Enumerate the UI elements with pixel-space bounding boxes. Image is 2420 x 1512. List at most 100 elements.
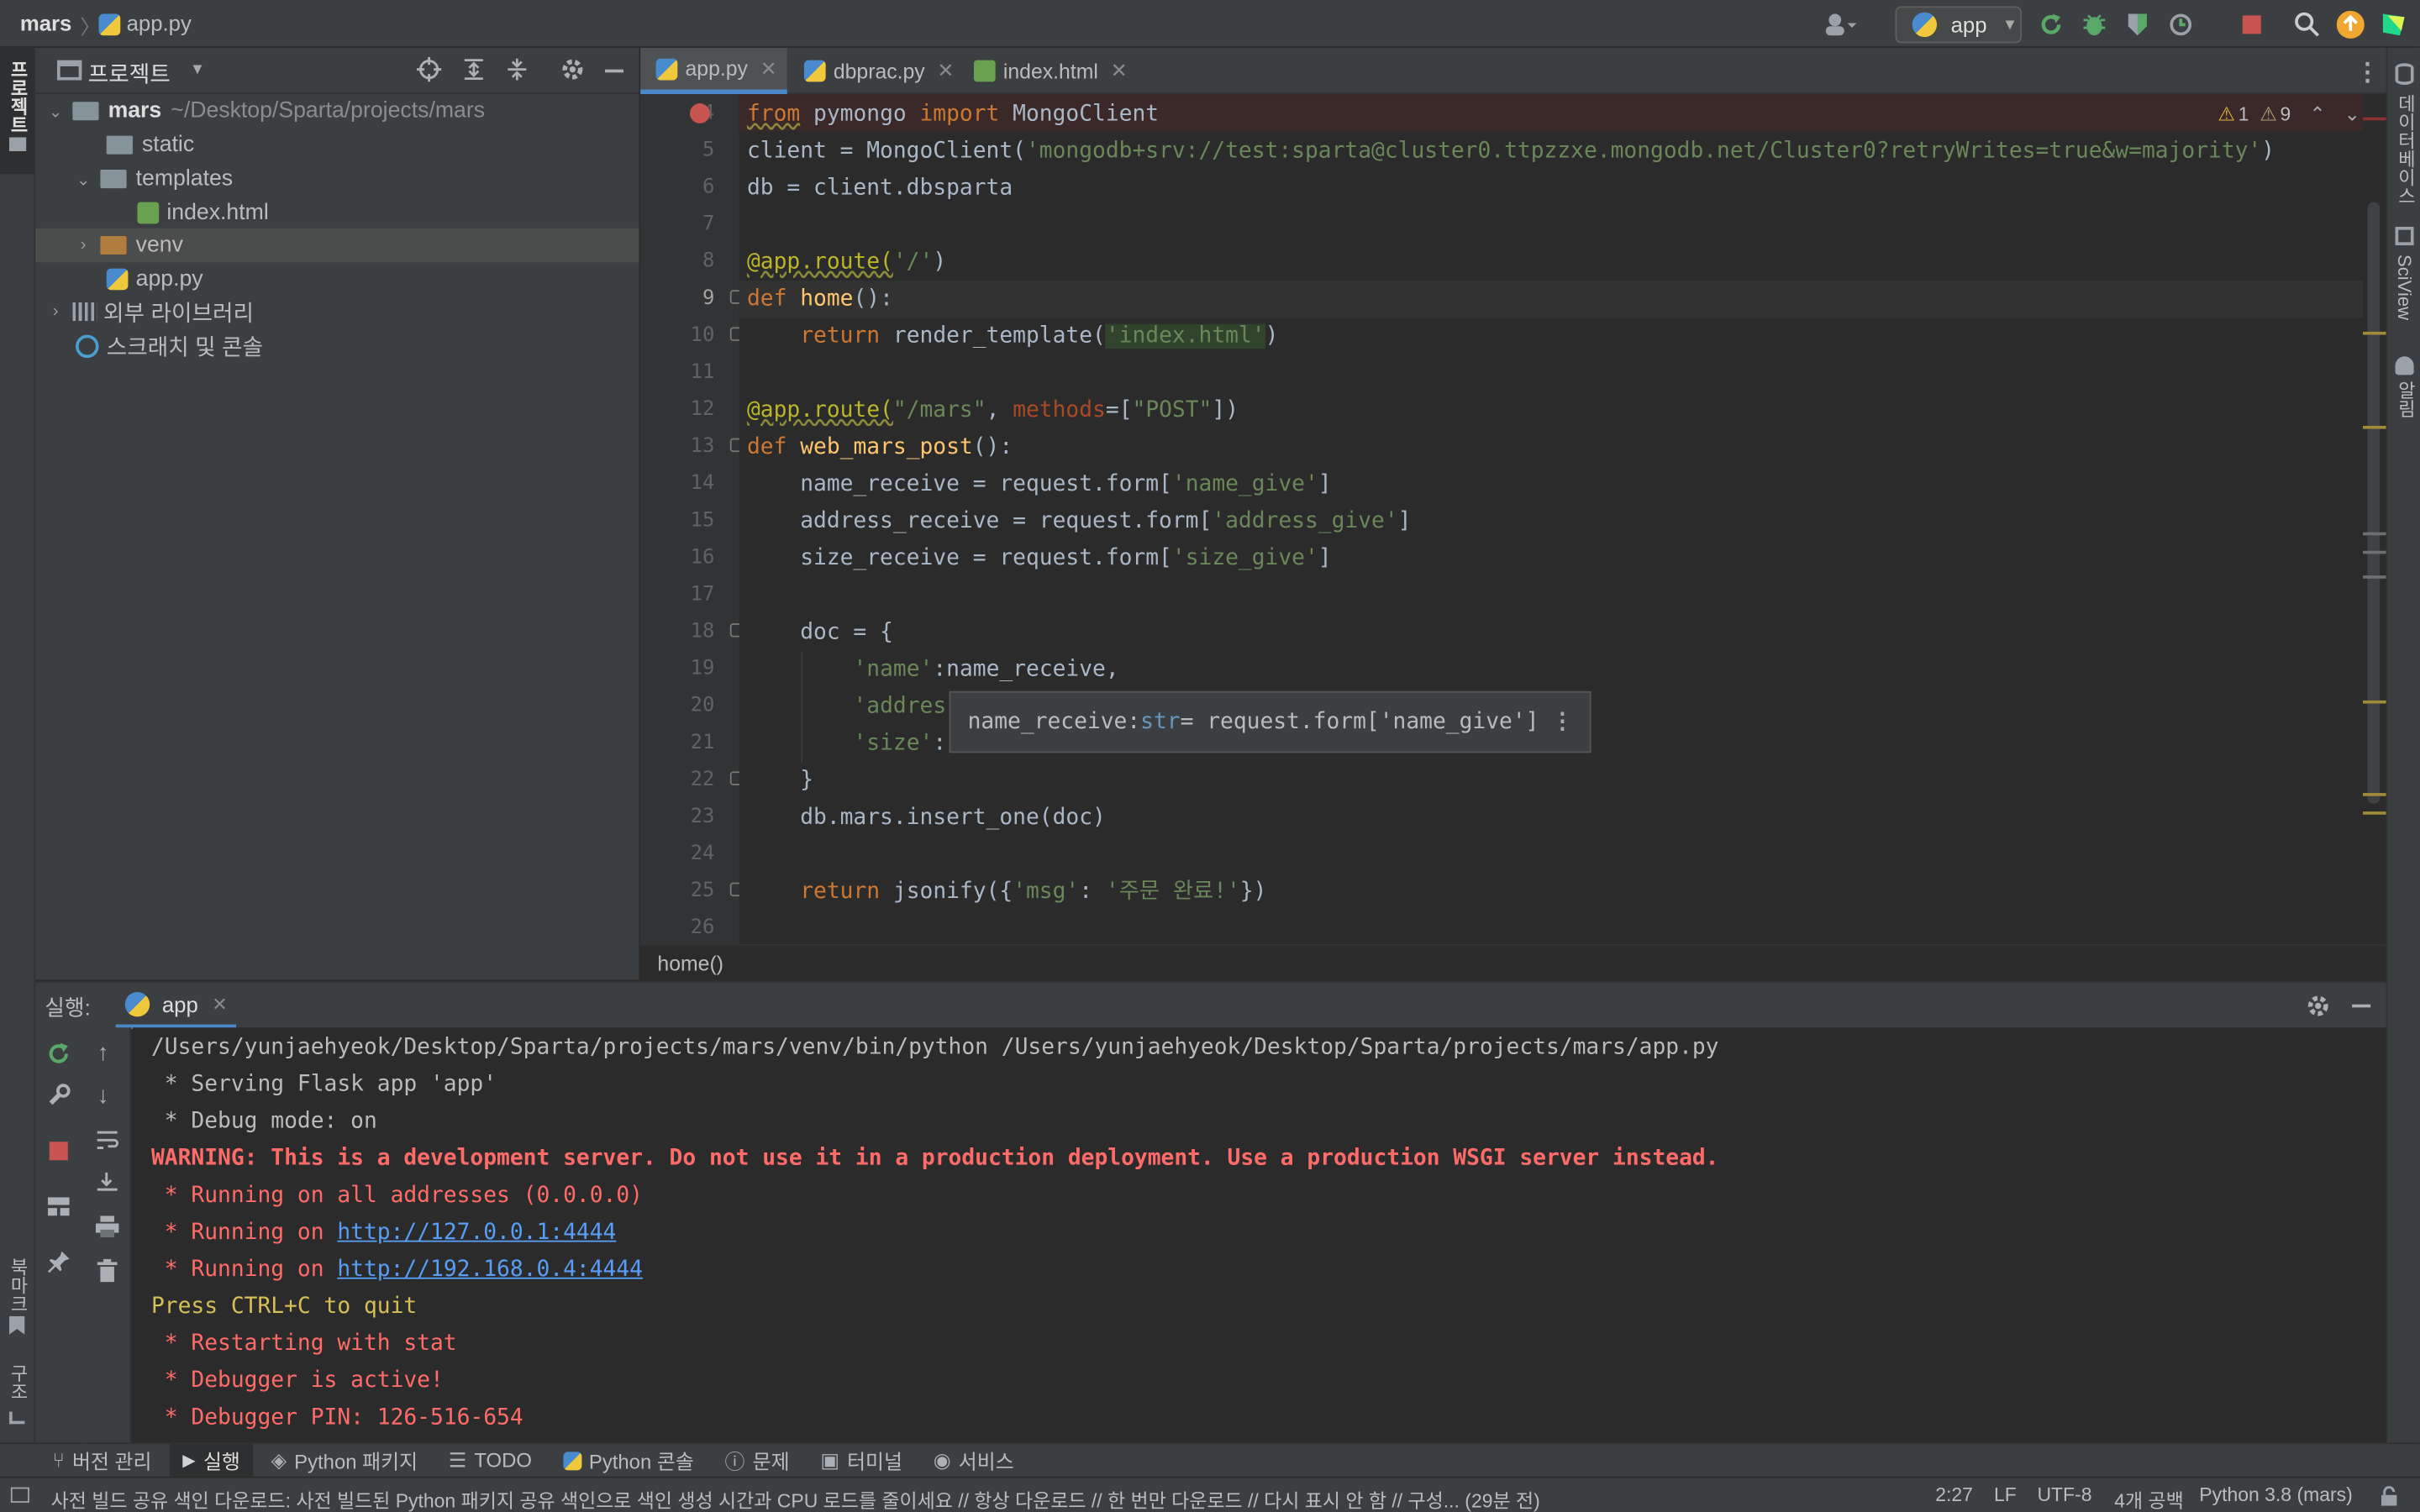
scroll-to-end-icon[interactable] bbox=[96, 1171, 119, 1200]
close-icon[interactable]: ✕ bbox=[212, 993, 227, 1015]
database-strip-label[interactable]: 데이터베이스 bbox=[2394, 94, 2420, 205]
tree-item-app-py[interactable]: app.py bbox=[35, 262, 639, 296]
tree-item-label: venv bbox=[135, 233, 183, 258]
inspection-widget[interactable]: ⚠ 1 ⚠ 9 ⌃ ⌄ bbox=[2217, 102, 2360, 125]
toolwindow-vcs[interactable]: ⑂ 버전 관리 bbox=[40, 1443, 164, 1477]
status-message[interactable]: 사전 빌드 공유 색인 다운로드: 사전 빌드된 Python 패키지 공유 색… bbox=[51, 1484, 1540, 1512]
code-line-16: size_receive = request.form['size_give'] bbox=[746, 546, 1332, 571]
profile-icon[interactable] bbox=[2167, 8, 2201, 41]
rerun-icon[interactable] bbox=[46, 1040, 72, 1074]
scroll-thumb[interactable] bbox=[2367, 202, 2381, 804]
python-file-icon bbox=[106, 268, 129, 291]
more-vertical-icon[interactable]: ⋮ bbox=[2355, 57, 2380, 88]
tree-item-index-html[interactable]: index.html bbox=[35, 196, 639, 229]
vcs-user-icon[interactable] bbox=[1824, 8, 1858, 41]
sciview-strip-label[interactable]: SciView bbox=[2394, 255, 2416, 320]
arrow-down-icon[interactable]: ↓ bbox=[97, 1083, 109, 1109]
toolwindow-todo[interactable]: ☰ TODO bbox=[436, 1443, 544, 1477]
nav-file[interactable]: app.py bbox=[127, 11, 192, 35]
search-icon[interactable] bbox=[2291, 8, 2324, 41]
tree-item-external-libraries[interactable]: › 외부 라이브러리 bbox=[35, 295, 639, 328]
close-icon[interactable]: ✕ bbox=[760, 56, 777, 81]
tooltip-type: str bbox=[1140, 709, 1181, 735]
close-icon[interactable]: ✕ bbox=[937, 59, 954, 83]
collapse-all-icon[interactable] bbox=[505, 57, 529, 90]
line-number: 25 bbox=[690, 879, 715, 903]
close-icon[interactable]: ✕ bbox=[1111, 59, 1128, 83]
editor-scrollbar[interactable] bbox=[2362, 94, 2386, 945]
chevron-down-icon[interactable]: ⌄ bbox=[2344, 102, 2360, 125]
update-icon[interactable] bbox=[2333, 8, 2367, 41]
toolwindow-problems[interactable]: ⓘ 문제 bbox=[713, 1443, 802, 1477]
minimize-icon[interactable] bbox=[604, 69, 624, 73]
ide-logo-icon[interactable] bbox=[2377, 8, 2411, 41]
wrench-icon[interactable] bbox=[46, 1083, 71, 1116]
pin-icon[interactable] bbox=[47, 1250, 71, 1281]
panel-toggle-icon[interactable] bbox=[10, 1487, 29, 1503]
coverage-icon[interactable] bbox=[2121, 8, 2154, 41]
toolwindow-python-console[interactable]: Python 콘솔 bbox=[550, 1443, 707, 1477]
layout-icon[interactable] bbox=[47, 1195, 70, 1223]
toolwindow-run[interactable]: ▶ 실행 bbox=[170, 1443, 253, 1478]
chevron-down-icon[interactable]: ▼ bbox=[190, 61, 205, 78]
print-icon[interactable] bbox=[95, 1215, 119, 1245]
console-text: * Running on bbox=[150, 1220, 338, 1246]
toolwindow-python-packages[interactable]: ◈ Python 패키지 bbox=[259, 1443, 430, 1477]
tab-index-html[interactable]: index.html ✕ bbox=[959, 48, 1138, 94]
line-separator[interactable]: LF bbox=[1994, 1484, 2017, 1506]
tab-app-py[interactable]: app.py ✕ bbox=[640, 47, 787, 95]
arrow-up-icon[interactable]: ↑ bbox=[97, 1040, 109, 1066]
console-link[interactable]: http://192.168.0.4:4444 bbox=[337, 1257, 643, 1282]
structure-strip-label[interactable]: 구조 bbox=[6, 1364, 32, 1401]
tree-item-scratches[interactable]: 스크래치 및 콘솔 bbox=[35, 328, 639, 362]
run-tab-app[interactable]: app ✕ bbox=[115, 983, 237, 1030]
warning-stripe bbox=[2362, 811, 2386, 815]
indent-setting[interactable]: 4개 공백 bbox=[2114, 1484, 2184, 1512]
notifications-strip-label[interactable]: 알림 bbox=[2394, 381, 2420, 418]
marker-stripe bbox=[2362, 550, 2386, 554]
locate-icon[interactable] bbox=[416, 56, 442, 90]
soft-wrap-icon[interactable] bbox=[96, 1129, 119, 1158]
toolwindow-services[interactable]: ◉ 서비스 bbox=[921, 1443, 1026, 1477]
notifications-icon bbox=[2395, 356, 2414, 375]
settings-gear-icon[interactable] bbox=[560, 57, 585, 90]
line-number: 5 bbox=[702, 139, 715, 162]
layers-icon: ◈ bbox=[271, 1447, 287, 1472]
tree-item-venv[interactable]: › venv bbox=[35, 228, 639, 263]
python-interpreter[interactable]: Python 3.8 (mars) bbox=[2199, 1484, 2352, 1506]
expand-all-icon[interactable] bbox=[461, 57, 486, 90]
toolwindow-terminal[interactable]: ▣ 터미널 bbox=[808, 1443, 915, 1477]
tree-item-static[interactable]: static bbox=[35, 128, 639, 161]
run-config-select[interactable]: app ▼ bbox=[1895, 6, 2023, 44]
file-encoding[interactable]: UTF-8 bbox=[2037, 1484, 2091, 1506]
line-number: 19 bbox=[690, 657, 715, 680]
bookmarks-strip-label[interactable]: 북마크 bbox=[6, 1257, 32, 1313]
code-line-12: @app.route("/mars", methods=["POST"]) bbox=[746, 397, 1239, 423]
editor-breadcrumb: home() bbox=[640, 944, 2386, 982]
run-console[interactable]: /Users/yunjaehyeok/Desktop/Sparta/projec… bbox=[132, 1027, 2386, 1443]
project-toolwindow-button[interactable]: 프로젝트 bbox=[0, 47, 34, 175]
trash-icon[interactable] bbox=[97, 1258, 118, 1290]
project-panel-title[interactable]: 프로젝트 bbox=[88, 57, 171, 90]
tree-item-templates[interactable]: ⌄ templates bbox=[35, 162, 639, 196]
caret-position[interactable]: 2:27 bbox=[1935, 1484, 1973, 1506]
stop-icon[interactable] bbox=[49, 1142, 68, 1161]
debug-icon[interactable] bbox=[2077, 8, 2111, 41]
rerun-icon[interactable] bbox=[2034, 8, 2068, 41]
nav-project[interactable]: mars bbox=[20, 11, 71, 35]
tree-item-mars[interactable]: ⌄ mars ~/Desktop/Sparta/projects/mars bbox=[35, 94, 639, 128]
lock-icon[interactable] bbox=[2380, 1486, 2398, 1510]
stop-icon[interactable] bbox=[2235, 8, 2269, 41]
more-vertical-icon[interactable]: ⋮ bbox=[1551, 710, 1573, 734]
settings-gear-icon[interactable] bbox=[2306, 994, 2330, 1026]
marker-stripe bbox=[2362, 575, 2386, 579]
minimize-icon[interactable] bbox=[2352, 1004, 2371, 1008]
console-link[interactable]: http://127.0.0.1:4444 bbox=[337, 1221, 616, 1245]
chevron-up-icon[interactable]: ⌃ bbox=[2309, 102, 2325, 125]
code-editor[interactable]: from pymongo import MongoClient client =… bbox=[739, 94, 2363, 945]
breadcrumb-item[interactable]: home() bbox=[657, 952, 723, 975]
breakpoint-icon[interactable] bbox=[690, 103, 710, 123]
tab-dbprac-py[interactable]: dbprac.py ✕ bbox=[789, 48, 959, 94]
run-tab-label: app bbox=[161, 991, 198, 1016]
python-file-icon bbox=[803, 60, 826, 82]
